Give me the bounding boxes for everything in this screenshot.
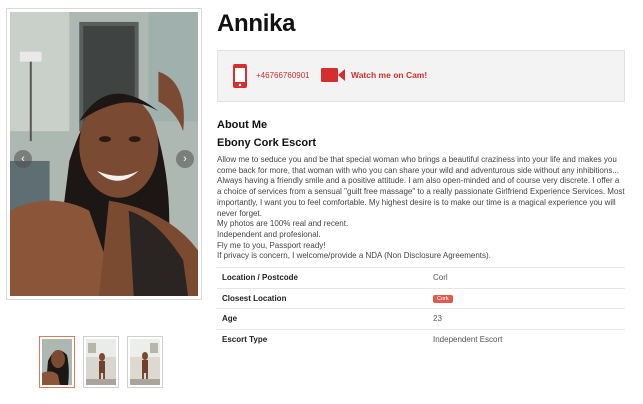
main-photo[interactable]: ‹ › [10,12,198,296]
location-badge[interactable]: Cork [433,295,453,304]
about-paragraph: Fly me to you, Passport ready! [217,240,326,250]
thumbnail-3[interactable] [127,336,163,388]
phone-icon [233,64,247,88]
phone-link[interactable]: +46766760901 [256,71,310,80]
about-paragraph: If privacy is concern, I welcome/provide… [217,251,491,261]
detail-label: Age [222,314,238,324]
thumbnail-image [130,339,160,385]
detail-value: 23 [433,314,442,324]
profile-photo [10,12,198,296]
details-table: Location / Postcode Corl Closest Locatio… [217,267,625,350]
about-paragraph: Independent and profesional. [217,229,321,239]
detail-value: Cork [428,288,625,309]
table-row: Escort Type Independent Escort [217,329,625,350]
about-text: Allow me to seduce you and be that speci… [217,155,625,262]
chevron-left-icon[interactable]: ‹ [14,150,32,168]
thumbnail-1[interactable] [39,336,75,388]
photo-gallery: ‹ › [6,8,202,300]
profile-subtitle: Ebony Cork Escort [217,137,317,149]
detail-value: Corl [433,273,448,283]
thumbnail-image [86,339,116,385]
about-paragraph: My photos are 100% real and recent. [217,219,349,229]
profile-name: Annika [217,10,296,37]
thumbnail-strip [39,336,163,388]
thumbnail-2[interactable] [83,336,119,388]
detail-label: Location / Postcode [222,273,299,283]
detail-value: Independent Escort [433,335,503,345]
video-camera-icon [321,68,345,82]
cam-link[interactable]: Watch me on Cam! [351,70,427,80]
contact-box: +46766760901 Watch me on Cam! [217,50,625,102]
about-heading: About Me [217,119,268,131]
table-row: Age 23 [217,308,625,330]
chevron-right-icon[interactable]: › [176,150,194,168]
about-paragraph: Allow me to seduce you and be that speci… [217,155,625,218]
detail-label: Closest Location [222,293,287,303]
thumbnail-image [42,339,72,385]
table-row: Closest Location Cork [217,288,625,309]
table-row: Location / Postcode Corl [217,267,625,289]
profile-panel: Annika +46766760901 Watch me on Cam! Abo… [217,10,625,350]
detail-label: Escort Type [222,335,268,345]
